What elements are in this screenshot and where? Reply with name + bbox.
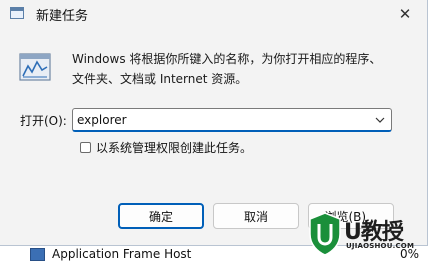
- run-new-task-dialog: 新建任务 ✕ Windows 将根据你所键入的名称，为你打开相应的程序、 文件夹…: [0, 0, 428, 246]
- cancel-button[interactable]: 取消: [213, 203, 299, 229]
- window-icon: [10, 7, 24, 19]
- dialog-title: 新建任务: [36, 9, 89, 24]
- admin-option[interactable]: 以系统管理权限创建此任务。: [80, 139, 252, 155]
- admin-checkbox[interactable]: [80, 141, 91, 153]
- open-input[interactable]: [77, 111, 365, 129]
- description-line-2: 文件夹、文档或 Internet 资源。: [72, 72, 248, 86]
- watermark-site: UJIAOSHOU.COM: [346, 242, 415, 250]
- close-icon: ✕: [398, 5, 412, 23]
- ok-button[interactable]: 确定: [118, 203, 204, 229]
- description-line-1: Windows 将根据你所键入的名称，为你打开相应的程序、: [72, 52, 382, 66]
- chevron-down-icon[interactable]: [373, 113, 387, 127]
- open-combobox[interactable]: [72, 108, 392, 132]
- dialog-description: Windows 将根据你所键入的名称，为你打开相应的程序、 文件夹、文档或 In…: [72, 49, 402, 89]
- admin-checkbox-label[interactable]: 以系统管理权限创建此任务。: [96, 139, 252, 156]
- run-icon: [19, 53, 51, 81]
- close-button[interactable]: ✕: [383, 0, 427, 28]
- app-row-icon: [30, 248, 45, 261]
- watermark-logo-icon: [309, 212, 341, 256]
- title-bar: 新建任务 ✕: [0, 0, 427, 28]
- process-name: Application Frame Host: [52, 247, 192, 261]
- watermark: U教授 UJIAOSHOU.COM: [306, 212, 428, 261]
- open-label: 打开(O):: [20, 114, 67, 128]
